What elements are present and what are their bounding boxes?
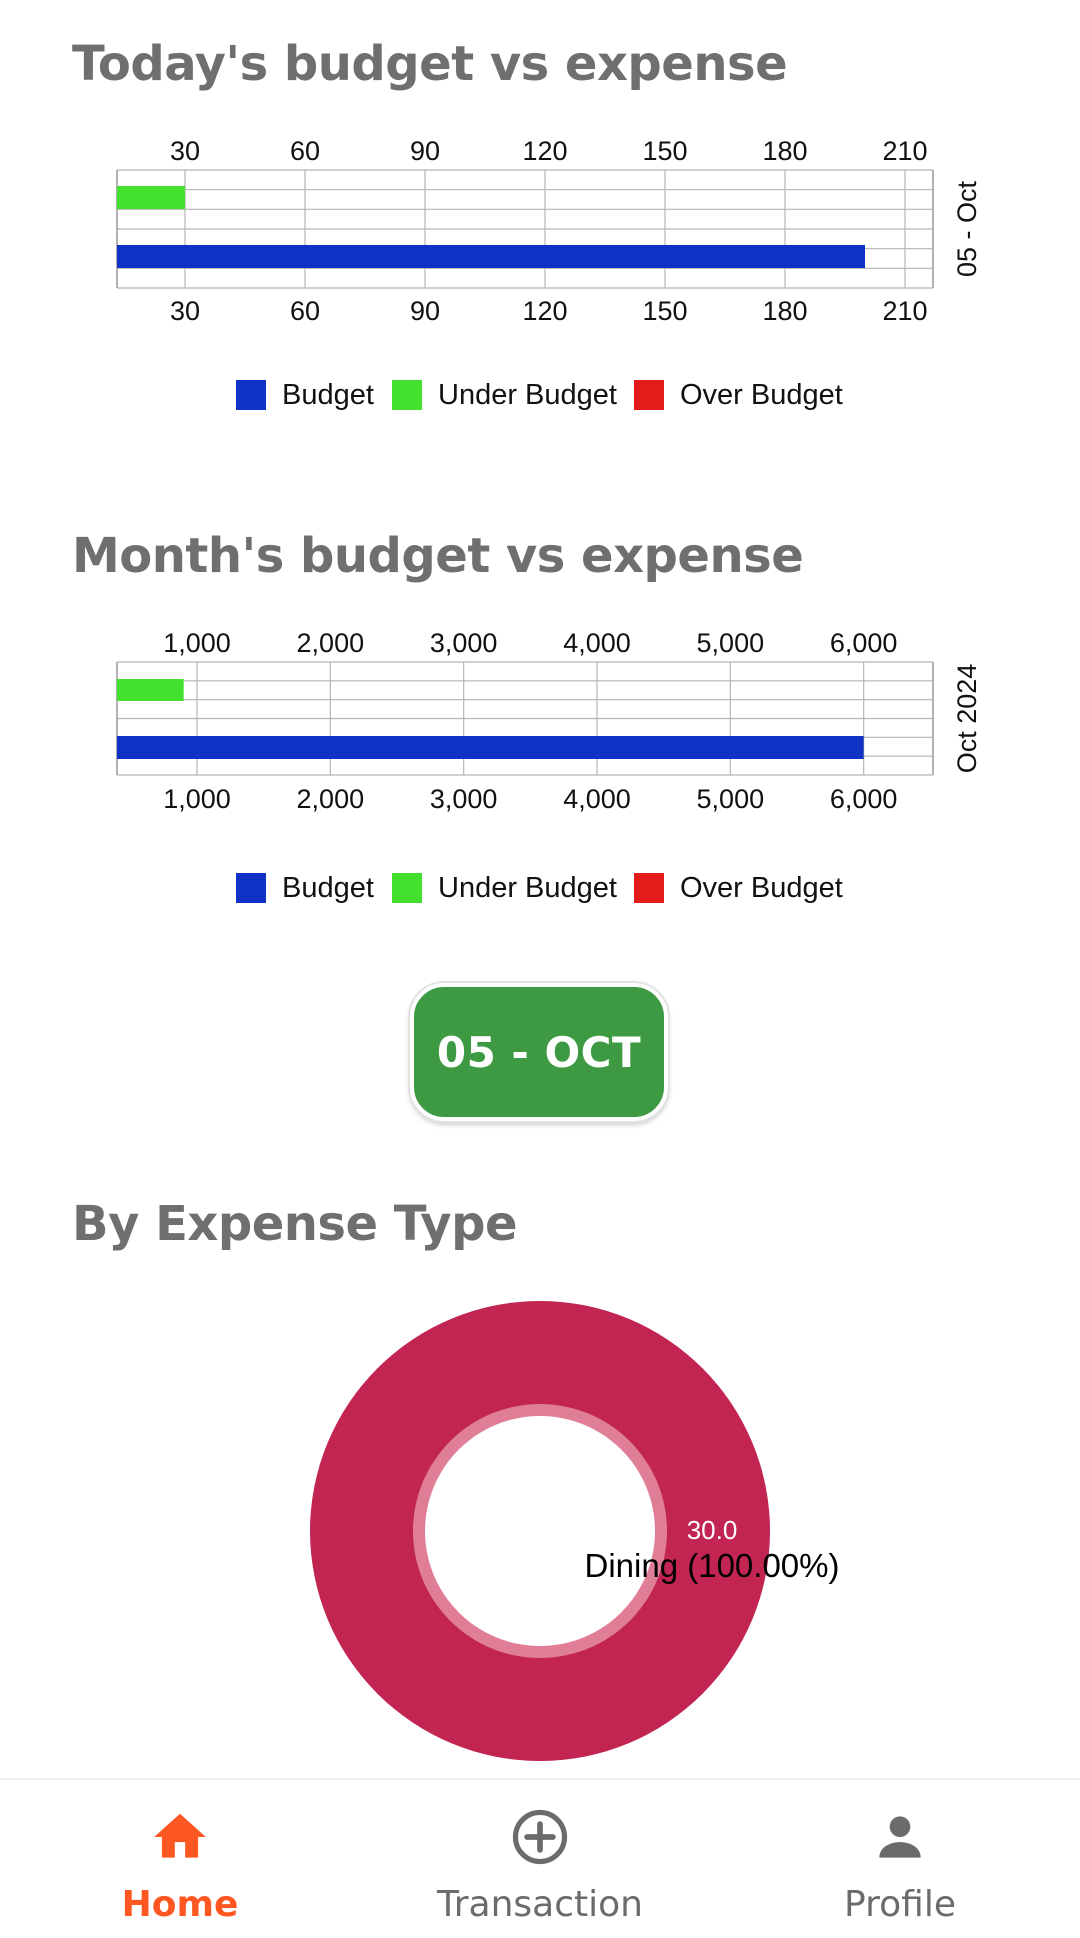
month-bottom-tick-label: 5,000 bbox=[697, 784, 765, 814]
today-bottom-tick-label: 180 bbox=[762, 296, 807, 326]
month-top-tick-label: 5,000 bbox=[697, 628, 765, 658]
today-bottom-tick-label: 120 bbox=[522, 296, 567, 326]
month-legend-swatch bbox=[392, 873, 422, 903]
month-legend-label: Budget bbox=[282, 871, 374, 904]
expense-type-donut-chart: 30.0Dining (100.00%) bbox=[310, 1301, 840, 1761]
today-legend-swatch bbox=[392, 380, 422, 410]
month-period-label: Oct 2024 bbox=[952, 664, 982, 774]
bottom-navigation: Home Transaction Profile bbox=[0, 1778, 1080, 1938]
nav-profile-label: Profile bbox=[844, 1884, 956, 1925]
today-top-tick-label: 180 bbox=[762, 136, 807, 166]
month-legend-swatch bbox=[634, 873, 664, 903]
expense-type-title: By Expense Type bbox=[72, 1196, 518, 1252]
today-legend-swatch bbox=[634, 380, 664, 410]
donut-hole bbox=[425, 1416, 655, 1646]
nav-transaction-label: Transaction bbox=[437, 1884, 643, 1925]
today-bottom-tick-label: 150 bbox=[642, 296, 687, 326]
month-chart-legend: Budget Under Budget Over Budget bbox=[0, 868, 1080, 908]
month-legend-item: Over Budget bbox=[634, 868, 843, 908]
nav-profile[interactable]: Profile bbox=[780, 1780, 1020, 1938]
nav-home-label: Home bbox=[121, 1884, 239, 1925]
month-top-tick-label: 3,000 bbox=[430, 628, 498, 658]
today-top-tick-label: 120 bbox=[522, 136, 567, 166]
month-top-tick-label: 1,000 bbox=[163, 628, 231, 658]
today-bottom-tick-label: 90 bbox=[410, 296, 440, 326]
today-period-label: 05 - Oct bbox=[952, 180, 982, 277]
today-legend-label: Budget bbox=[282, 378, 374, 411]
month-bottom-tick-label: 3,000 bbox=[430, 784, 498, 814]
nav-home[interactable]: Home bbox=[60, 1780, 300, 1938]
today-bottom-tick-label: 30 bbox=[170, 296, 200, 326]
month-bottom-tick-label: 6,000 bbox=[830, 784, 898, 814]
month-legend-item: Under Budget bbox=[392, 868, 617, 908]
nav-transaction[interactable]: Transaction bbox=[420, 1780, 660, 1938]
today-top-tick-label: 210 bbox=[882, 136, 927, 166]
month-budget-chart: 1,000 1,000 2,000 2,000 3,000 3,000 4,000 4,000… bbox=[116, 628, 982, 814]
today-bottom-tick-label: 60 bbox=[290, 296, 320, 326]
person-icon bbox=[879, 1816, 921, 1858]
today-bottom-tick-label: 210 bbox=[882, 296, 927, 326]
month-top-tick-label: 4,000 bbox=[563, 628, 631, 658]
month-top-tick-label: 2,000 bbox=[297, 628, 365, 658]
today-legend-item: Under Budget bbox=[392, 375, 617, 415]
month-chart-title: Month's budget vs expense bbox=[72, 528, 804, 584]
month-bar-budget bbox=[117, 736, 864, 759]
month-top-tick-label: 6,000 bbox=[830, 628, 898, 658]
month-legend-swatch bbox=[236, 873, 266, 903]
today-legend-item: Budget bbox=[236, 375, 374, 415]
today-chart-title: Today's budget vs expense bbox=[72, 36, 788, 92]
month-bottom-tick-label: 4,000 bbox=[563, 784, 631, 814]
today-legend-swatch bbox=[236, 380, 266, 410]
add-circle-icon bbox=[512, 1809, 568, 1865]
month-legend-item: Budget bbox=[236, 868, 374, 908]
today-legend-item: Over Budget bbox=[634, 375, 843, 415]
today-top-tick-label: 30 bbox=[170, 136, 200, 166]
today-budget-chart: 30 30 60 60 90 90 120 120 150 150 180 180 210 210 05 -… bbox=[116, 136, 982, 326]
month-bar-under-budget bbox=[117, 679, 184, 701]
today-bar-under-budget bbox=[117, 186, 185, 209]
today-chart-legend: Budget Under Budget Over Budget bbox=[0, 375, 1080, 415]
today-top-tick-label: 150 bbox=[642, 136, 687, 166]
date-selector-button[interactable]: 05 - OCT bbox=[410, 983, 668, 1121]
month-bottom-tick-label: 1,000 bbox=[163, 784, 231, 814]
month-legend-label: Over Budget bbox=[680, 871, 843, 904]
donut-percent-label: Dining (100.00%) bbox=[585, 1547, 840, 1584]
today-bar-budget bbox=[117, 245, 865, 268]
donut-value-label: 30.0 bbox=[687, 1515, 738, 1545]
today-top-tick-label: 60 bbox=[290, 136, 320, 166]
today-top-tick-label: 90 bbox=[410, 136, 440, 166]
today-legend-label: Under Budget bbox=[438, 378, 617, 411]
today-legend-label: Over Budget bbox=[680, 378, 843, 411]
month-bottom-tick-label: 2,000 bbox=[297, 784, 365, 814]
home-icon bbox=[154, 1813, 206, 1858]
month-legend-label: Under Budget bbox=[438, 871, 617, 904]
